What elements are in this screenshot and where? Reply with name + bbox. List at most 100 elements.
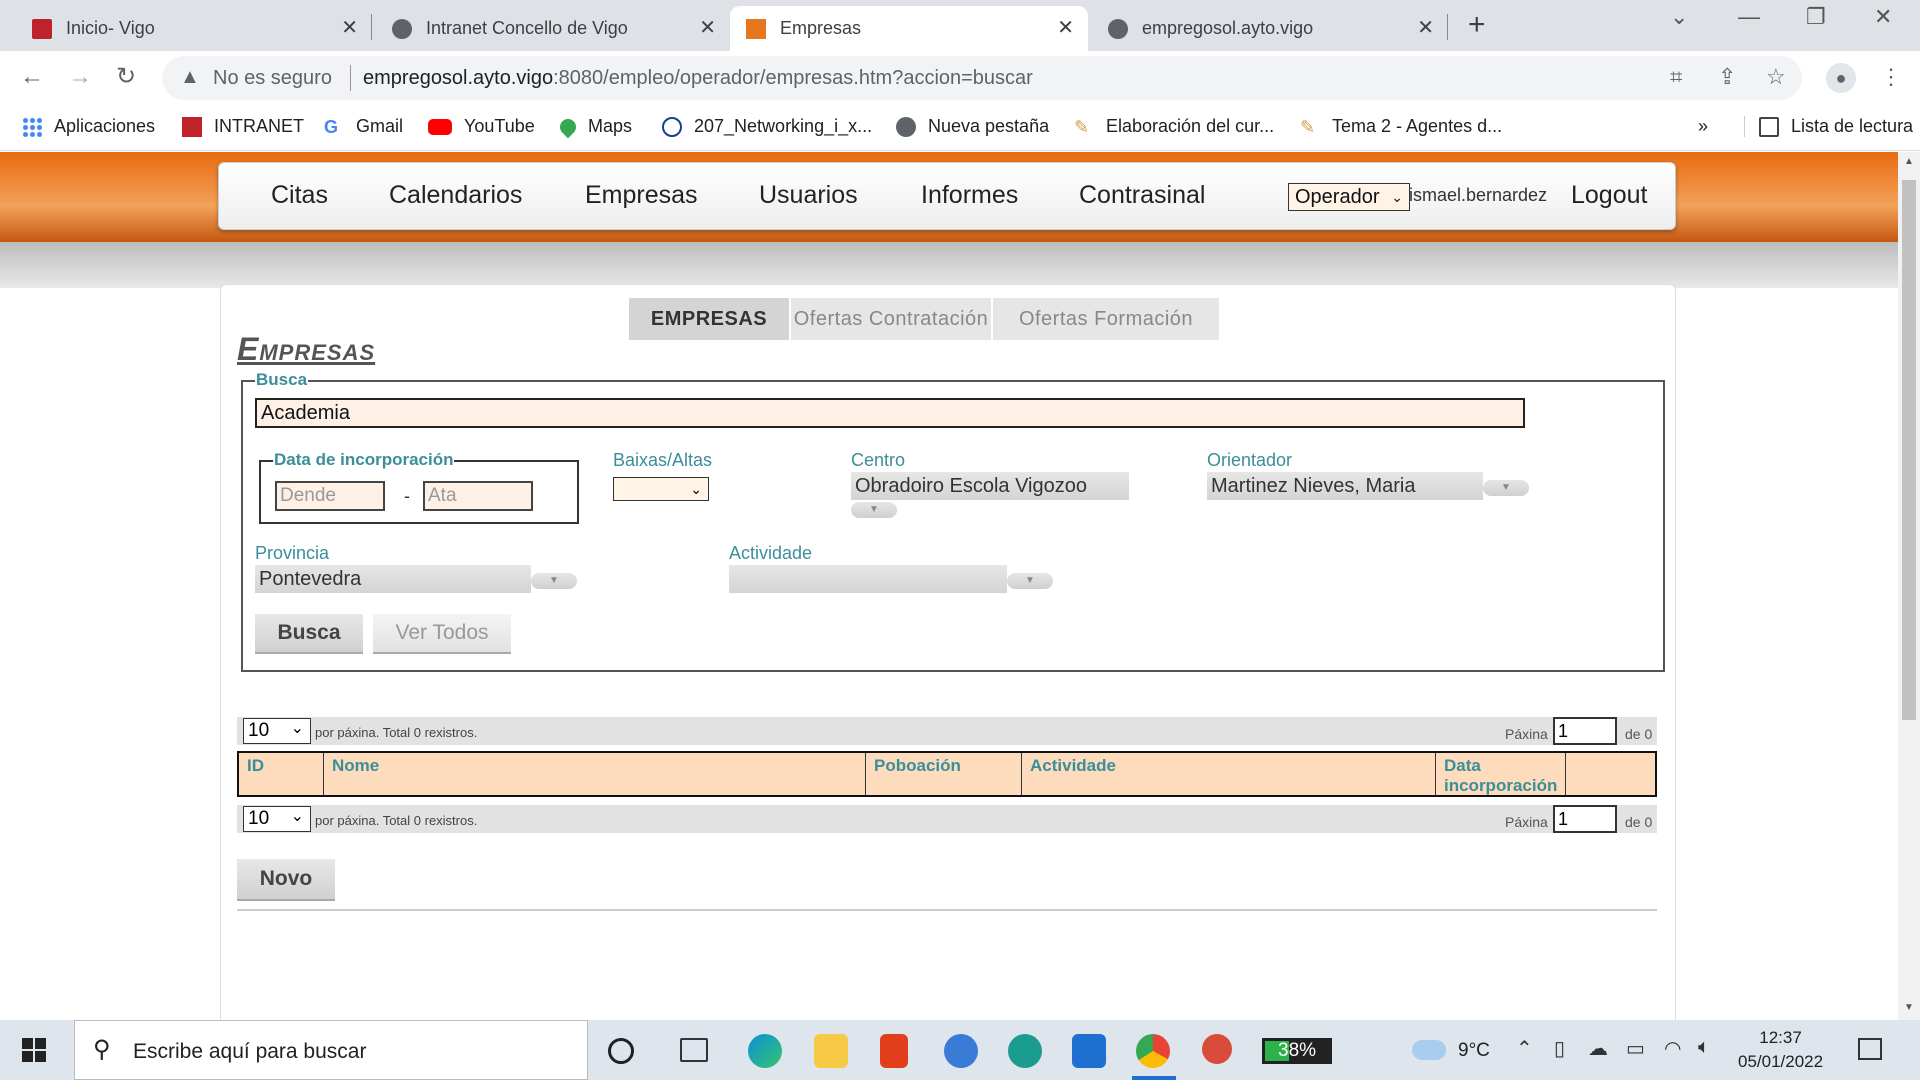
new-tab-icon[interactable]: + [1468,8,1486,42]
snipping-tool-icon[interactable] [1202,1034,1232,1064]
chevron-down-icon[interactable]: ▼ [1483,480,1529,496]
scrollbar[interactable]: ▲ ▼ [1898,152,1920,1020]
minimize-icon[interactable]: — [1738,4,1760,30]
menu-empresas[interactable]: Empresas [585,181,698,210]
share-icon[interactable]: ⇪ [1718,64,1736,90]
tab-intranet[interactable]: Intranet Concello de Vigo ✕ [372,6,730,51]
scrollbar-thumb[interactable] [1902,180,1916,720]
menu-citas[interactable]: Citas [271,181,328,210]
logout-link[interactable]: Logout [1571,181,1647,210]
search-input[interactable]: Academia [255,398,1525,428]
bookmark-nueva-pestana[interactable]: Nueva pestaña [896,116,1049,137]
col-actividade[interactable]: Actividade [1021,753,1435,795]
menu-usuarios[interactable]: Usuarios [759,181,858,210]
file-explorer-icon[interactable] [814,1034,848,1068]
actividade-label: Actividade [729,543,813,563]
page-input[interactable]: 1 [1553,717,1617,745]
restore-icon[interactable]: ❐ [1806,4,1826,30]
date-to-input[interactable]: Ata [423,481,533,511]
back-icon[interactable]: ← [20,65,44,89]
e-app-icon[interactable] [1008,1034,1042,1068]
chevron-down-icon[interactable]: ▼ [531,573,577,589]
menu-contrasinal[interactable]: Contrasinal [1079,181,1205,210]
view-all-button[interactable]: Ver Todos [373,614,511,654]
tab-empresas[interactable]: Empresas ✕ [730,6,1088,51]
reading-list[interactable]: Lista de lectura [1744,116,1913,137]
close-icon[interactable]: ✕ [1417,18,1434,38]
chrome-icon[interactable] [1136,1034,1170,1068]
chevron-down-icon[interactable]: ▼ [851,502,897,518]
bookmark-intranet[interactable]: INTRANET [182,116,304,137]
bookmarks-overflow[interactable]: » [1698,116,1708,137]
scroll-down-icon[interactable]: ▼ [1904,1002,1914,1013]
bookmark-tema2[interactable]: ✎ Tema 2 - Agentes d... [1300,116,1502,137]
date-from-input[interactable]: Dende [275,481,385,511]
bookmark-youtube[interactable]: YouTube [428,116,535,137]
chevron-up-icon[interactable]: ⌃ [1516,1036,1533,1061]
clock[interactable]: 12:37 05/01/2022 [1738,1026,1823,1074]
chevron-down-icon[interactable]: ▼ [1007,573,1053,589]
volume-icon[interactable]: 🔈︎ [1698,1036,1710,1059]
menu-informes[interactable]: Informes [921,181,1018,210]
weather-temp[interactable]: 9°C [1458,1040,1490,1062]
per-page-select[interactable]: 10 ⌄ [243,718,311,744]
warning-icon[interactable]: ▲ [180,66,200,89]
globe-icon[interactable] [944,1034,978,1068]
battery-icon[interactable]: ▭ [1626,1036,1645,1061]
tab-inicio-vigo[interactable]: Inicio- Vigo ✕ [0,6,372,51]
device-icon[interactable]: ▯ [1554,1036,1565,1061]
office-icon[interactable] [880,1034,908,1068]
windows-start-icon[interactable] [22,1038,46,1062]
bookmark-networking[interactable]: 207_Networking_i_x... [662,116,872,137]
search-button[interactable]: Busca [255,614,363,654]
tab-empregosol[interactable]: empregosol.ayto.vigo ✕ [1088,6,1448,51]
bookmark-star-icon[interactable]: ☆ [1766,64,1786,90]
notifications-icon[interactable] [1858,1038,1882,1060]
onedrive-icon[interactable]: ☁ [1588,1036,1608,1061]
reload-icon[interactable]: ↻ [116,65,136,89]
close-icon[interactable]: ✕ [699,18,716,38]
more-menu-icon[interactable]: ⋮ [1880,64,1902,90]
new-button[interactable]: Novo [237,859,335,901]
task-view-icon[interactable] [680,1038,708,1062]
bookmark-gmail[interactable]: G Gmail [324,116,403,137]
edge-icon[interactable] [748,1034,782,1068]
translate-icon[interactable]: ⌗ [1670,64,1682,90]
menu-calendarios[interactable]: Calendarios [389,181,522,210]
profile-icon[interactable]: ● [1826,63,1856,93]
col-id[interactable]: ID [239,753,323,795]
close-icon[interactable]: ✕ [1057,18,1074,38]
cortana-icon[interactable] [608,1038,634,1064]
page-input[interactable]: 1 [1553,805,1617,833]
provincia-select[interactable]: Pontevedra [255,565,531,593]
wifi-icon[interactable]: ◠ [1664,1036,1681,1061]
subtab-ofertas-contratacion[interactable]: Ofertas Contratación [791,298,991,340]
role-select[interactable]: Operador ⌄ [1288,183,1410,211]
bookmark-maps[interactable]: Maps [556,115,632,138]
insecure-label[interactable]: No es seguro [213,67,332,90]
bookmark-apps[interactable]: Aplicaciones [22,116,155,137]
close-icon[interactable]: ✕ [341,18,358,38]
url-text[interactable]: empregosol.ayto.vigo:8080/empleo/operado… [363,67,1033,90]
centro-select[interactable]: Obradoiro Escola Vigozoo [851,472,1129,500]
col-nome[interactable]: Nome [323,753,865,795]
per-page-value: 10 [248,808,270,829]
maps-pin-icon [556,115,580,138]
forward-icon[interactable]: → [68,65,92,89]
battery-widget[interactable]: 38% [1262,1038,1332,1064]
mail-icon[interactable] [1072,1034,1106,1068]
orientador-select[interactable]: Martinez Nieves, Maria [1207,472,1483,500]
col-data-incorporacion[interactable]: Data incorporación [1435,753,1565,795]
scroll-up-icon[interactable]: ▲ [1904,156,1914,167]
window-close-icon[interactable]: ✕ [1874,4,1892,30]
per-page-select[interactable]: 10 ⌄ [243,806,311,832]
tab-search-icon[interactable]: ⌄ [1670,4,1688,30]
subtab-ofertas-formacion[interactable]: Ofertas Formación [993,298,1219,340]
taskbar-search[interactable]: ⚲ Escribe aquí para buscar [74,1020,588,1080]
vigo-favicon-icon [32,18,52,39]
subtab-empresas[interactable]: EMPRESAS [629,298,789,340]
bookmark-elaboracion[interactable]: ✎ Elaboración del cur... [1074,116,1274,137]
baixas-select[interactable]: ⌄ [613,477,709,501]
actividade-select[interactable] [729,565,1007,593]
col-poboacion[interactable]: Poboación [865,753,1021,795]
